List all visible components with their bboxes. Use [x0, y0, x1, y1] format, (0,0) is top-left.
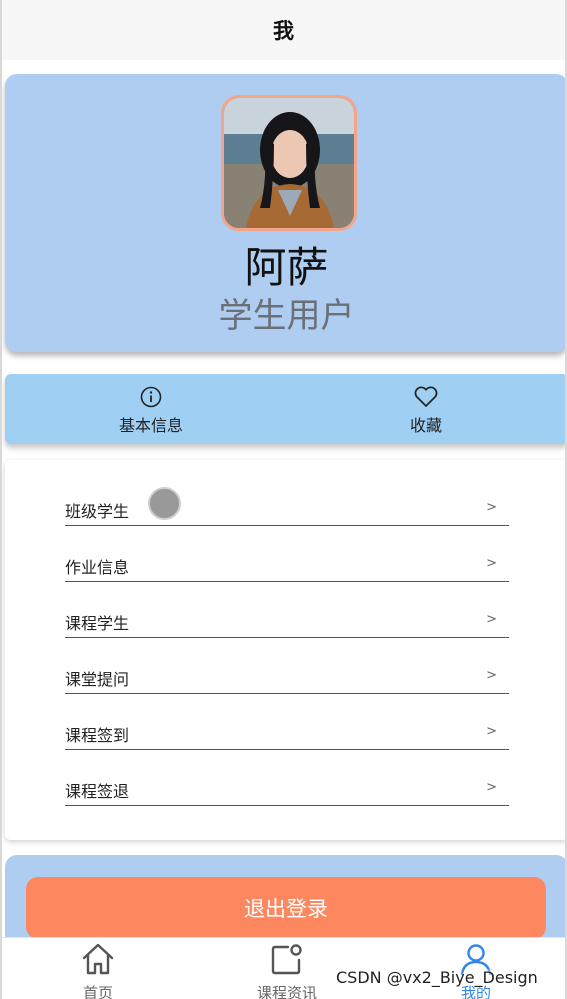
favorites-button[interactable]: 收藏 — [366, 384, 486, 440]
user-role: 学生用户 — [218, 296, 355, 336]
chevron-right-icon: > — [486, 612, 497, 627]
favorites-label: 收藏 — [409, 416, 442, 435]
watermark: CSDN @vx2_Biye_Design — [336, 968, 538, 987]
logout-button[interactable]: 退出登录 — [26, 877, 546, 939]
user-name: 阿萨 — [244, 243, 329, 292]
chevron-right-icon: > — [486, 556, 497, 571]
menu-item-label: 课程签退 — [65, 782, 130, 801]
tab-course-news[interactable]: 课程资讯 — [227, 942, 347, 999]
menu-item-class-questions[interactable]: 课堂提问 > — [65, 638, 509, 694]
tab-label: 首页 — [82, 984, 113, 999]
menu-item-course-checkout[interactable]: 课程签退 > — [65, 750, 509, 806]
tab-label: 课程资讯 — [256, 984, 317, 999]
profile-card: 阿萨 学生用户 — [5, 74, 565, 352]
touch-indicator — [148, 487, 181, 520]
chevron-right-icon: > — [486, 724, 497, 739]
home-icon — [80, 942, 116, 980]
avatar-photo — [224, 98, 354, 228]
menu-card: 班级学生 > 作业信息 > 课程学生 > 课堂提问 > 课程签到 > 课程签退 … — [5, 460, 565, 840]
chevron-right-icon: > — [486, 780, 497, 795]
menu-item-class-students[interactable]: 班级学生 > — [65, 470, 509, 526]
menu-item-label: 班级学生 — [65, 502, 130, 521]
avatar[interactable] — [221, 95, 357, 231]
basic-info-label: 基本信息 — [118, 416, 183, 435]
menu-item-course-students[interactable]: 课程学生 > — [65, 582, 509, 638]
tab-home[interactable]: 首页 — [38, 942, 158, 999]
info-icon — [139, 384, 163, 410]
nav-bar: 我 — [2, 0, 565, 60]
menu-item-label: 课程签到 — [65, 726, 130, 745]
menu-item-label: 课堂提问 — [65, 670, 130, 689]
menu-item-label: 作业信息 — [65, 558, 130, 577]
app-frame: 我 阿萨 学生用户 基本信息 收藏 班级学生 > 作业信息 > 课程学生 > 课… — [0, 0, 567, 999]
chevron-right-icon: > — [486, 668, 497, 683]
chevron-right-icon: > — [486, 500, 497, 515]
heart-icon — [413, 384, 439, 410]
menu-item-homework-info[interactable]: 作业信息 > — [65, 526, 509, 582]
menu-item-course-checkin[interactable]: 课程签到 > — [65, 694, 509, 750]
basic-info-button[interactable]: 基本信息 — [91, 384, 211, 440]
quick-actions-bar: 基本信息 收藏 — [5, 374, 565, 444]
page-title: 我 — [273, 19, 294, 43]
menu-item-label: 课程学生 — [65, 614, 130, 633]
news-icon — [269, 942, 305, 980]
